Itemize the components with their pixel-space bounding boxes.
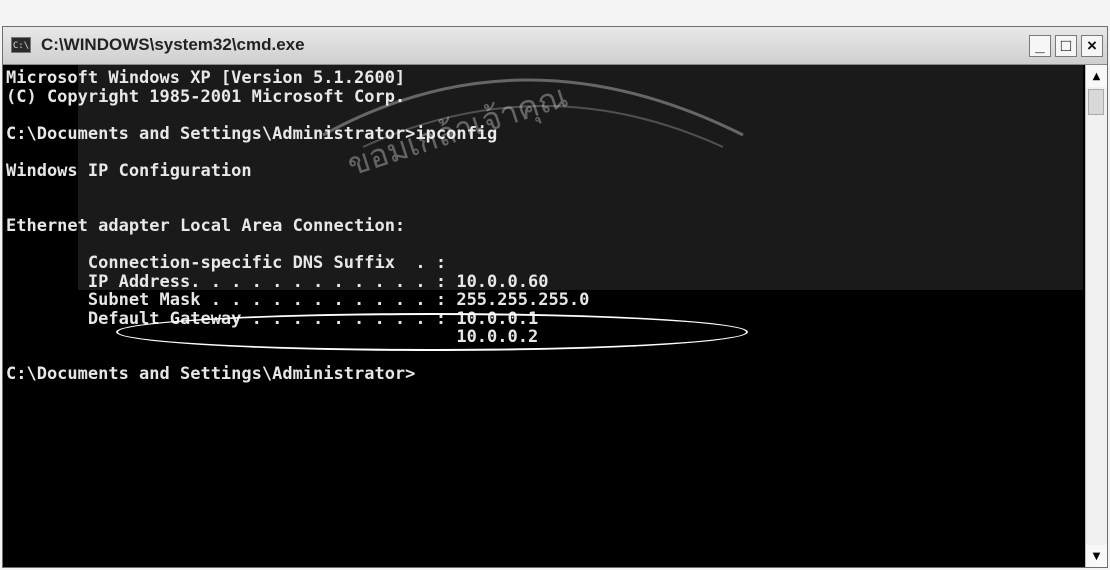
console-line: IP Address. . . . . . . . . . . . : 10.0… [6,271,549,292]
cmd-icon: C:\ [11,37,31,53]
console-line: (C) Copyright 1985-2001 Microsoft Corp. [6,86,406,107]
window-title: C:\WINDOWS\system32\cmd.exe [41,35,305,54]
maximize-button[interactable]: □ [1055,35,1077,57]
console-line: C:\Documents and Settings\Administrator> [6,364,416,384]
console-output: Microsoft Windows XP [Version 5.1.2600](… [3,65,1085,384]
console-line: C:\Documents and Settings\Administrator>… [6,123,498,144]
console-line: Microsoft Windows XP [Version 5.1.2600] [6,68,406,88]
console-line: Default Gateway . . . . . . . . . : 10.0… [6,308,539,329]
scrollbar-thumb[interactable] [1088,89,1104,115]
screenshot-page: C:\ C:\WINDOWS\system32\cmd.exe _ □ × ขอ… [0,0,1110,570]
console-area[interactable]: ขอมเกล้าเจ้าคุณ Microsoft Windows XP [Ve… [3,65,1085,567]
window-controls: _ □ × [1029,35,1103,57]
title-bar[interactable]: C:\ C:\WINDOWS\system32\cmd.exe _ □ × [3,27,1107,65]
scroll-up-arrow-icon[interactable]: ▲ [1086,65,1107,87]
vertical-scrollbar[interactable]: ▲ ▼ [1085,65,1107,567]
cmd-window: C:\ C:\WINDOWS\system32\cmd.exe _ □ × ขอ… [2,26,1108,568]
console-line: Ethernet adapter Local Area Connection: [6,216,406,236]
console-line: 10.0.0.2 [6,327,539,347]
close-button[interactable]: × [1081,35,1103,57]
scroll-down-arrow-icon[interactable]: ▼ [1086,545,1107,567]
minimize-button[interactable]: _ [1029,35,1051,57]
console-line: Subnet Mask . . . . . . . . . . . : 255.… [6,290,590,310]
console-line: Windows IP Configuration [6,160,252,181]
console-line: Connection-specific DNS Suffix . : [6,253,447,273]
